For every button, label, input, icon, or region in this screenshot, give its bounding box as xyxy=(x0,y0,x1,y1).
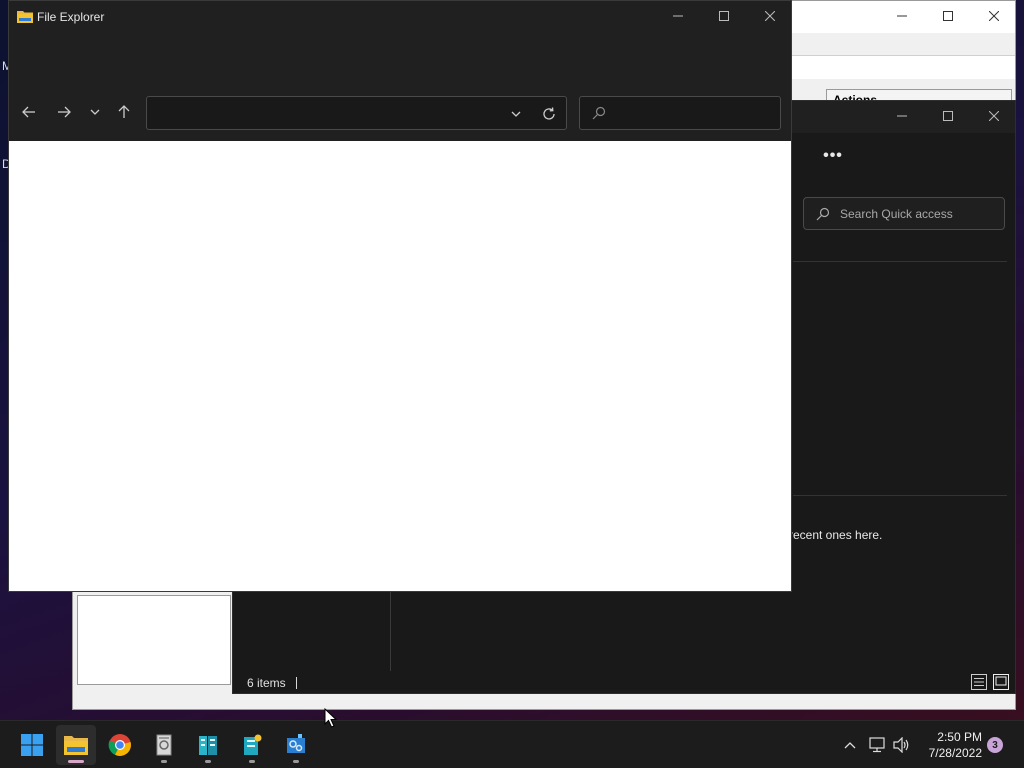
focused-indicator xyxy=(68,760,84,763)
recent-files-empty-message: recent ones here. xyxy=(789,528,883,542)
qa-maximize-button[interactable] xyxy=(925,101,971,131)
open-indicator xyxy=(293,760,299,763)
background-minimize-button[interactable] xyxy=(879,1,925,31)
computer-management-icon xyxy=(287,734,305,753)
address-input[interactable] xyxy=(155,105,495,123)
see-more-button[interactable]: ••• xyxy=(819,147,847,171)
navigation-pane-separator[interactable] xyxy=(390,591,391,671)
refresh-icon xyxy=(543,107,555,120)
minimize-icon xyxy=(673,15,683,17)
quick-access-search-box[interactable] xyxy=(803,197,1005,230)
close-button[interactable] xyxy=(747,1,793,31)
server-manager-icon xyxy=(199,736,217,755)
back-button[interactable] xyxy=(15,95,43,129)
window-title: File Explorer xyxy=(37,10,105,24)
notification-badge[interactable]: 3 xyxy=(987,737,1003,753)
folder-icon xyxy=(17,11,33,23)
refresh-button[interactable] xyxy=(537,103,561,125)
minimize-button[interactable] xyxy=(655,1,701,31)
chevron-down-icon xyxy=(90,109,100,115)
taskbar: 2:50 PM 7/28/2022 3 xyxy=(0,720,1024,768)
search-box[interactable] xyxy=(579,96,781,130)
clock[interactable]: 2:50 PM 7/28/2022 xyxy=(918,729,982,761)
search-icon xyxy=(816,207,830,220)
minimize-icon xyxy=(897,115,907,117)
volume-button[interactable] xyxy=(890,733,914,757)
search-icon xyxy=(592,106,606,120)
maximize-button[interactable] xyxy=(701,1,747,31)
maximize-icon xyxy=(943,11,953,21)
clock-time: 2:50 PM xyxy=(937,730,982,744)
search-input[interactable] xyxy=(612,106,772,120)
arrow-left-icon xyxy=(22,106,35,118)
background-close-button[interactable] xyxy=(971,1,1017,31)
forward-button[interactable] xyxy=(50,95,78,129)
divider xyxy=(793,495,1007,496)
start-button[interactable] xyxy=(12,725,52,765)
taskbar-app-6[interactable] xyxy=(276,725,316,765)
file-explorer-titlebar[interactable]: File Explorer xyxy=(9,1,791,33)
open-indicator xyxy=(249,760,255,763)
file-explorer-window[interactable]: File Explorer xyxy=(8,0,792,592)
chrome-icon xyxy=(108,734,131,756)
taskbar-chrome[interactable] xyxy=(100,725,140,765)
close-icon xyxy=(765,11,775,21)
chevron-up-icon xyxy=(844,742,856,749)
folder-icon xyxy=(64,736,88,755)
mouse-cursor-icon xyxy=(324,708,338,728)
details-view-icon xyxy=(971,674,987,690)
large-icons-view-button[interactable] xyxy=(993,674,1009,690)
background-tree-pane[interactable] xyxy=(77,595,231,685)
maximize-icon xyxy=(719,11,729,21)
windows-logo-icon xyxy=(21,734,43,756)
background-maximize-button[interactable] xyxy=(925,1,971,31)
up-button[interactable] xyxy=(110,95,138,129)
taskbar-file-explorer[interactable] xyxy=(56,725,96,765)
open-indicator xyxy=(205,760,211,763)
chevron-down-icon xyxy=(511,111,521,117)
taskbar-app-5[interactable] xyxy=(232,725,272,765)
arrow-up-icon xyxy=(118,105,130,118)
arrow-right-icon xyxy=(58,106,71,118)
open-indicator xyxy=(161,760,167,763)
address-dropdown-button[interactable] xyxy=(504,103,528,125)
show-hidden-icons-button[interactable] xyxy=(838,733,862,757)
taskbar-app-3[interactable] xyxy=(144,725,184,765)
network-icon xyxy=(869,737,885,753)
close-icon xyxy=(989,11,999,21)
item-count: 6 items xyxy=(247,676,286,690)
recent-locations-button[interactable] xyxy=(81,95,109,129)
status-bar: 6 items xyxy=(247,676,297,690)
details-view-button[interactable] xyxy=(971,674,987,690)
address-bar[interactable] xyxy=(146,96,567,130)
maximize-icon xyxy=(943,111,953,121)
server-tool-icon xyxy=(244,734,262,755)
qa-minimize-button[interactable] xyxy=(879,101,925,131)
minimize-icon xyxy=(897,15,907,17)
quick-access-search-input[interactable] xyxy=(840,206,990,221)
tiles-view-icon xyxy=(993,674,1009,690)
taskbar-app-4[interactable] xyxy=(188,725,228,765)
speaker-icon xyxy=(893,737,909,753)
divider xyxy=(793,261,1007,262)
status-separator xyxy=(295,677,297,689)
qa-close-button[interactable] xyxy=(971,101,1017,131)
network-button[interactable] xyxy=(866,733,890,757)
clock-date: 7/28/2022 xyxy=(928,746,982,760)
application-icon xyxy=(156,734,172,756)
content-area[interactable] xyxy=(9,141,791,591)
close-icon xyxy=(989,111,999,121)
